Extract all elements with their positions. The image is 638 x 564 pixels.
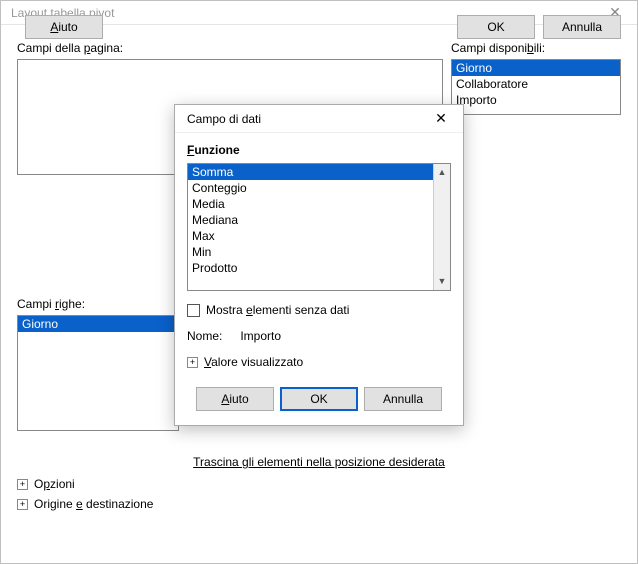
function-listbox[interactable]: Somma Conteggio Media Mediana Max Min Pr…	[187, 163, 451, 291]
drag-hint: Trascina gli elementi nella posizione de…	[1, 455, 637, 469]
name-label: Nome:	[187, 329, 222, 343]
list-item[interactable]: Max	[188, 228, 433, 244]
dialog-title: Campo di dati	[187, 112, 425, 126]
options-expander[interactable]: + Opzioni	[17, 477, 75, 491]
displayed-value-label: Valore visualizzato	[204, 355, 303, 369]
list-item[interactable]: Media	[188, 196, 433, 212]
options-label: Opzioni	[34, 477, 75, 491]
main-buttonbar: OK Annulla	[457, 15, 621, 39]
scroll-track[interactable]	[434, 181, 450, 273]
list-item[interactable]: Conteggio	[188, 180, 433, 196]
displayed-value-expander[interactable]: + Valore visualizzato	[187, 355, 451, 369]
name-value: Importo	[240, 329, 281, 343]
available-fields-label: Campi disponibili:	[451, 41, 621, 55]
main-cancel-button[interactable]: Annulla	[543, 15, 621, 39]
dialog-buttonbar: Aiuto OK Annulla	[187, 387, 451, 411]
dialog-titlebar: Campo di dati ✕	[175, 105, 463, 133]
row-fields-label: Campi righe:	[17, 297, 179, 311]
dialog-close-icon[interactable]: ✕	[425, 110, 457, 127]
row-fields-group: Campi righe: Giorno	[17, 297, 179, 431]
dialog-cancel-button[interactable]: Annulla	[364, 387, 442, 411]
data-field-dialog: Campo di dati ✕ Funzione Somma Conteggio…	[174, 104, 464, 426]
main-help-button[interactable]: Aiuto	[25, 15, 103, 39]
dialog-ok-button[interactable]: OK	[280, 387, 358, 411]
available-fields-group: Campi disponibili: Giorno Collaboratore …	[451, 41, 621, 115]
scroll-down-icon[interactable]: ▼	[434, 273, 450, 290]
list-item[interactable]: Giorno	[18, 316, 178, 332]
list-item[interactable]: Prodotto	[188, 260, 433, 276]
checkbox-icon[interactable]	[187, 304, 200, 317]
scrollbar[interactable]: ▲ ▼	[433, 164, 450, 290]
name-row: Nome: Importo	[187, 329, 451, 343]
show-empty-label: Mostra elementi senza dati	[206, 303, 349, 317]
source-dest-label: Origine e destinazione	[34, 497, 153, 511]
list-item[interactable]: Min	[188, 244, 433, 260]
list-item[interactable]: Importo	[452, 92, 620, 108]
row-fields-list[interactable]: Giorno	[17, 315, 179, 431]
list-item[interactable]: Somma	[188, 164, 433, 180]
function-label: Funzione	[187, 143, 451, 157]
list-item[interactable]: Mediana	[188, 212, 433, 228]
main-body: Campi della pagina: Campi disponibili: G…	[1, 25, 637, 53]
page-fields-label: Campi della pagina:	[17, 41, 443, 55]
show-empty-checkbox-row[interactable]: Mostra elementi senza dati	[187, 303, 451, 317]
dialog-body: Funzione Somma Conteggio Media Mediana M…	[175, 133, 463, 425]
list-item[interactable]: Collaboratore	[452, 76, 620, 92]
dialog-help-button[interactable]: Aiuto	[196, 387, 274, 411]
available-fields-list[interactable]: Giorno Collaboratore Importo	[451, 59, 621, 115]
plus-icon: +	[17, 479, 28, 490]
main-ok-button[interactable]: OK	[457, 15, 535, 39]
scroll-up-icon[interactable]: ▲	[434, 164, 450, 181]
source-dest-expander[interactable]: + Origine e destinazione	[17, 497, 153, 511]
plus-icon: +	[187, 357, 198, 368]
plus-icon: +	[17, 499, 28, 510]
list-item[interactable]: Giorno	[452, 60, 620, 76]
